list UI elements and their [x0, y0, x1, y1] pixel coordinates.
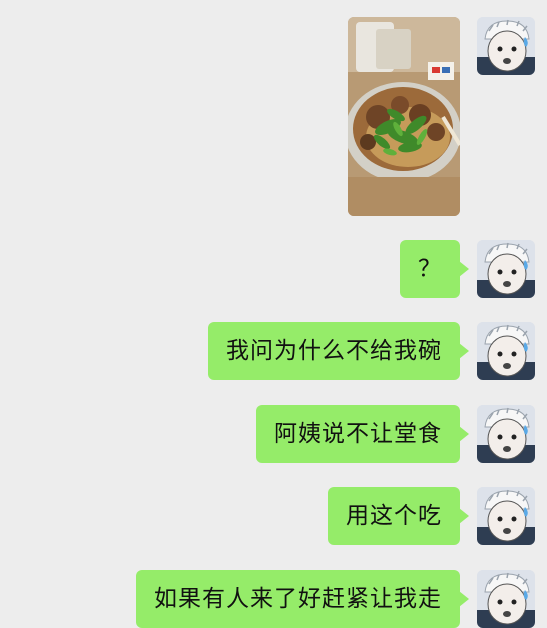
avatar-image — [477, 240, 535, 298]
food-photo-message[interactable] — [348, 17, 460, 216]
user-avatar[interactable] — [477, 17, 535, 75]
avatar-image — [477, 570, 535, 628]
avatar-image — [477, 322, 535, 380]
message-bubble[interactable]: 阿姨说不让堂食 — [256, 405, 469, 463]
avatar-image — [477, 487, 535, 545]
avatar-image — [477, 405, 535, 463]
user-avatar[interactable] — [477, 322, 535, 380]
user-avatar[interactable] — [477, 487, 535, 545]
message-bubble[interactable]: ？ — [400, 240, 469, 298]
message-bubble[interactable]: 我问为什么不给我碗 — [208, 322, 469, 380]
user-avatar[interactable] — [477, 570, 535, 628]
message-bubble[interactable]: 用这个吃 — [328, 487, 469, 545]
avatar-image — [477, 17, 535, 75]
user-avatar[interactable] — [477, 240, 535, 298]
user-avatar[interactable] — [477, 405, 535, 463]
chat-message-list[interactable]: ？ 我问为什么不给我碗 阿姨说不让堂食 用这个吃 如果有人来了好赶紧让我走 — [0, 0, 547, 628]
message-bubble[interactable]: 如果有人来了好赶紧让我走 — [136, 570, 469, 628]
food-photo-image — [348, 17, 460, 216]
